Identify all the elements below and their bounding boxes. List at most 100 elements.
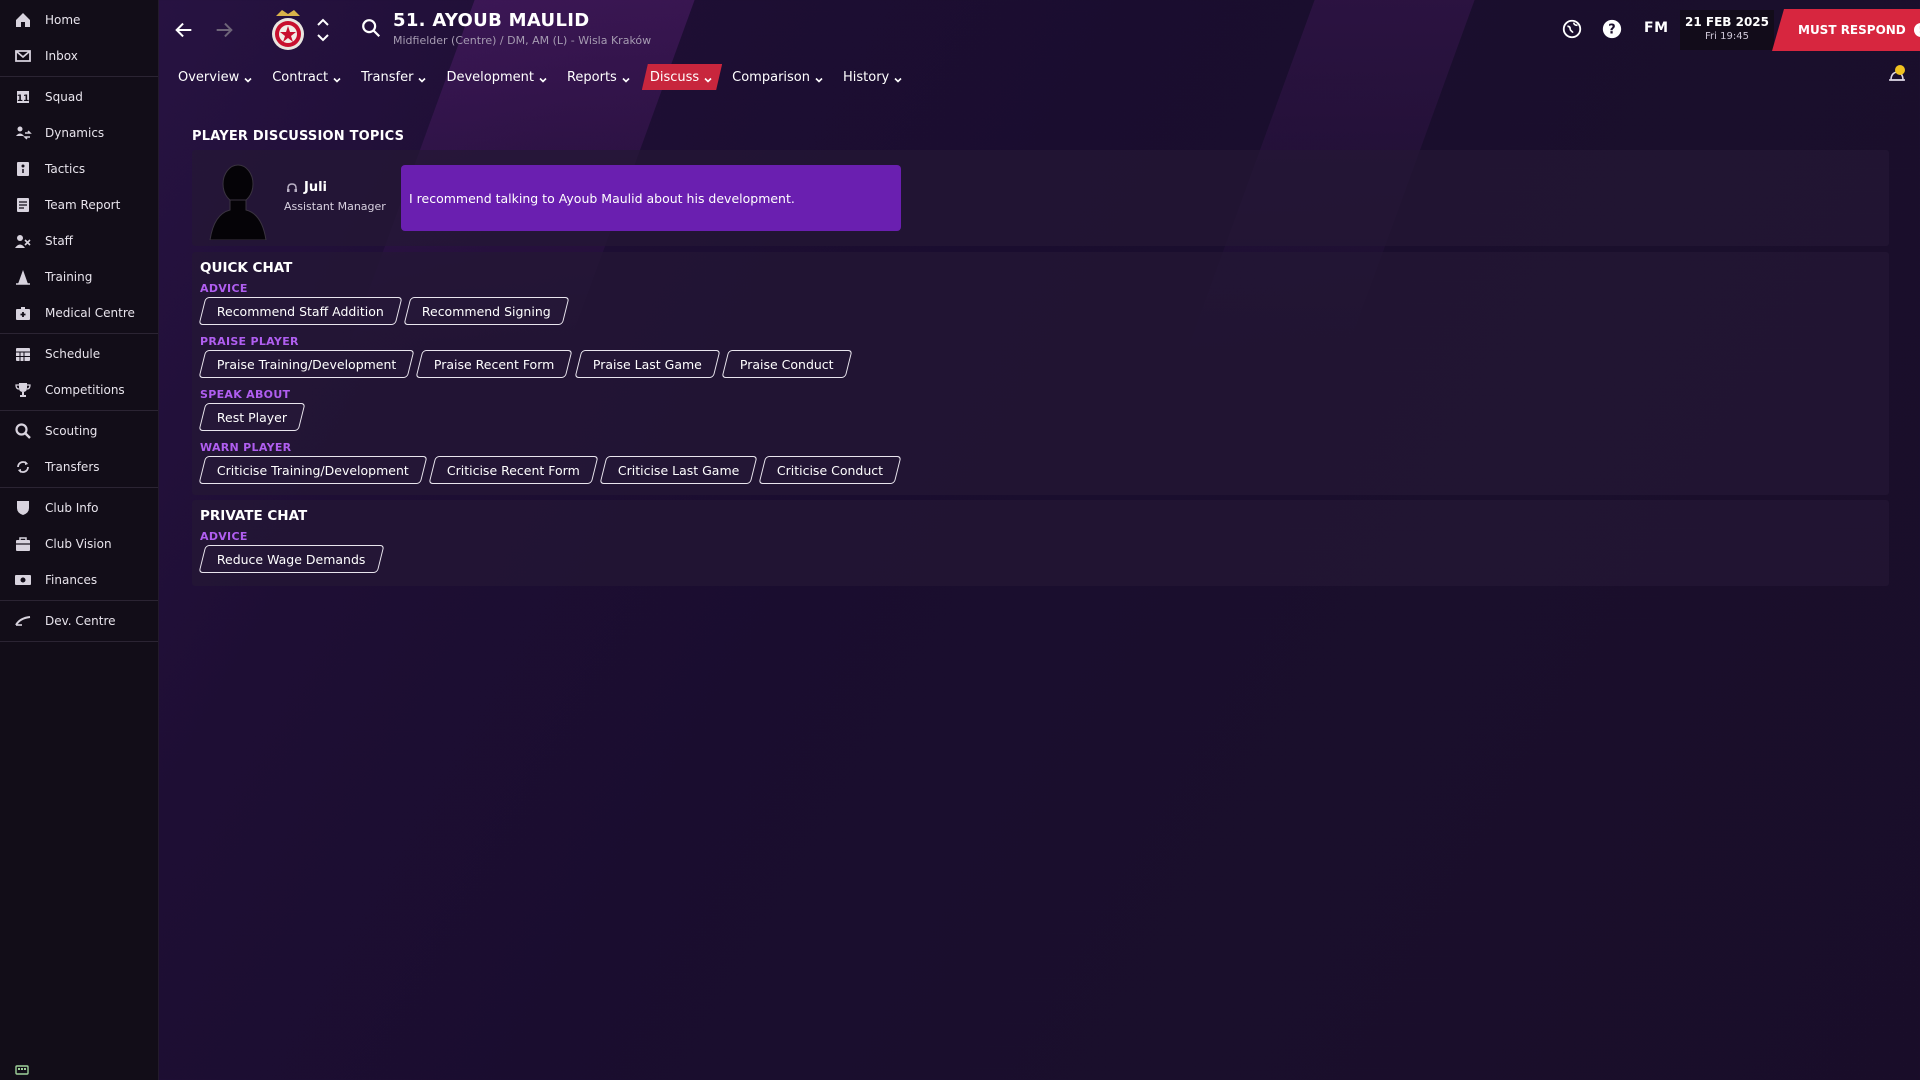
sidebar-item-label: Transfers <box>45 460 100 474</box>
advisor-name-text: Juli <box>304 180 328 195</box>
medical-centre-icon <box>13 304 33 322</box>
dynamics-icon <box>13 124 33 142</box>
tactics-icon <box>13 160 33 178</box>
chevron-down-icon <box>815 73 823 83</box>
world-icon[interactable] <box>1561 18 1583 44</box>
club-crest-icon[interactable] <box>268 6 308 54</box>
tab-bar: Overview Contract Transfer Development Repor… <box>170 64 914 90</box>
sidebar-item-transfers[interactable]: Transfers <box>0 449 158 485</box>
topic-button-praise-recent-form[interactable]: Praise Recent Form <box>415 350 574 378</box>
advisor-panel: Juli Assistant Manager I recommend talki… <box>192 150 1889 246</box>
topic-button-criticise-training-development[interactable]: Criticise Training/Development <box>198 456 428 484</box>
notification-bell-icon[interactable] <box>1886 64 1908 86</box>
sidebar-item-inbox[interactable]: Inbox <box>0 38 158 74</box>
sidebar-item-scouting[interactable]: Scouting <box>0 413 158 449</box>
player-switch-button[interactable] <box>315 14 331 46</box>
advisor-name[interactable]: Juli <box>286 180 327 195</box>
tab-label: Discuss <box>649 69 700 85</box>
topic-button-label: Praise Conduct <box>739 356 834 372</box>
sidebar-item-label: Squad <box>45 90 83 104</box>
transfers-icon <box>13 458 33 476</box>
tab-label: History <box>843 69 890 85</box>
sidebar-item-label: Dynamics <box>45 126 105 140</box>
sidebar-item-home[interactable]: Home <box>0 2 158 38</box>
chevron-down-icon <box>418 73 427 83</box>
tab-comparison[interactable]: Comparison <box>724 64 833 90</box>
topic-button-reduce-wage-demands[interactable]: Reduce Wage Demands <box>198 545 385 573</box>
tab-history[interactable]: History <box>835 64 912 90</box>
sidebar-item-label: Tactics <box>45 162 86 176</box>
chevron-down-icon <box>244 73 252 83</box>
sidebar-item-label: Medical Centre <box>45 306 135 320</box>
staff-icon <box>13 232 33 250</box>
current-date: 21 FEB 2025 <box>1685 15 1769 29</box>
sidebar-item-label: Team Report <box>45 198 121 212</box>
chevron-down-icon <box>333 73 341 83</box>
advisor-avatar <box>204 156 270 241</box>
topic-button-criticise-last-game[interactable]: Criticise Last Game <box>599 456 758 484</box>
chip-row: Criticise Training/Development Criticise … <box>198 456 906 484</box>
tab-transfer[interactable]: Transfer <box>353 64 436 90</box>
training-icon <box>13 268 33 286</box>
sidebar-item-staff[interactable]: Staff <box>0 223 158 259</box>
sidebar-item-label: Inbox <box>45 49 78 63</box>
sidebar-item-squad[interactable]: 11 Squad <box>0 79 158 115</box>
sidebar-item-club-vision[interactable]: Club Vision <box>0 526 158 562</box>
tab-overview[interactable]: Overview <box>170 64 262 90</box>
category-label: ADVICE <box>200 282 248 295</box>
topic-button-criticise-recent-form[interactable]: Criticise Recent Form <box>428 456 599 484</box>
sidebar-group: Home Inbox <box>0 0 158 77</box>
sidebar-item-tactics[interactable]: Tactics <box>0 151 158 187</box>
scouting-icon <box>13 422 33 440</box>
page-title: 51. AYOUB MAULID <box>393 10 590 31</box>
sidebar-item-training[interactable]: Training <box>0 259 158 295</box>
back-button[interactable] <box>170 16 198 44</box>
chevron-down-icon <box>539 73 547 83</box>
sidebar-item-dynamics[interactable]: Dynamics <box>0 115 158 151</box>
sidebar-item-schedule[interactable]: Schedule <box>0 336 158 372</box>
sidebar-item-medical-centre[interactable]: Medical Centre <box>0 295 158 331</box>
sidebar-item-dev-centre[interactable]: Dev. Centre <box>0 603 158 639</box>
topic-button-recommend-staff-addition[interactable]: Recommend Staff Addition <box>198 297 403 325</box>
sidebar-item-finances[interactable]: Finances <box>0 562 158 598</box>
topic-button-criticise-conduct[interactable]: Criticise Conduct <box>758 456 902 484</box>
tab-contract[interactable]: Contract <box>264 64 351 90</box>
sidebar-item-label: Finances <box>45 573 98 587</box>
search-button[interactable] <box>360 17 384 41</box>
must-respond-button[interactable]: MUST RESPOND ! <box>1772 9 1920 51</box>
keyboard-icon[interactable] <box>15 1060 29 1075</box>
headset-icon <box>287 182 297 192</box>
advice-message: I recommend talking to Ayoub Maulid abou… <box>401 165 901 231</box>
arrow-left-icon <box>175 22 192 38</box>
sidebar-item-club-info[interactable]: Club Info <box>0 490 158 526</box>
topic-button-rest-player[interactable]: Rest Player <box>198 403 306 431</box>
club-vision-icon <box>13 535 33 553</box>
topic-button-label: Praise Last Game <box>592 356 702 372</box>
sidebar-item-label: Dev. Centre <box>45 614 116 628</box>
forward-button[interactable] <box>210 16 238 44</box>
category-label: PRAISE PLAYER <box>200 335 299 348</box>
sidebar-group: 11 Squad Dynamics Tactics Team Report Staff Tr… <box>0 77 158 334</box>
sidebar-item-label: Training <box>45 270 93 284</box>
topic-button-praise-training-development[interactable]: Praise Training/Development <box>198 350 415 378</box>
help-icon[interactable]: ? <box>1601 18 1623 44</box>
date-continue-box[interactable]: 21 FEB 2025 Fri 19:45 <box>1680 10 1774 50</box>
fm-menu-button[interactable]: FM <box>1644 20 1669 36</box>
header: 51. AYOUB MAULID Midfielder (Centre) / D… <box>160 0 1920 60</box>
tab-label: Development <box>446 69 534 85</box>
tab-reports[interactable]: Reports <box>559 64 640 90</box>
chevron-down-icon <box>704 73 712 81</box>
topic-button-recommend-signing[interactable]: Recommend Signing <box>403 297 570 325</box>
topic-button-label: Criticise Training/Development <box>217 462 409 478</box>
tab-development[interactable]: Development <box>438 64 557 90</box>
sidebar: Home Inbox 11 Squad Dynamics Tactics Team Repo… <box>0 0 159 1080</box>
sidebar-item-competitions[interactable]: Competitions <box>0 372 158 408</box>
category-label: SPEAK ABOUT <box>200 388 291 401</box>
tab-discuss[interactable]: Discuss <box>642 64 722 90</box>
svg-text:11: 11 <box>17 94 30 104</box>
sidebar-item-team-report[interactable]: Team Report <box>0 187 158 223</box>
private-chat-panel: PRIVATE CHAT ADVICE Reduce Wage Demands <box>192 500 1889 586</box>
topic-button-praise-conduct[interactable]: Praise Conduct <box>721 350 853 378</box>
topic-button-praise-last-game[interactable]: Praise Last Game <box>574 350 721 378</box>
topic-button-label: Recommend Staff Addition <box>217 303 384 319</box>
